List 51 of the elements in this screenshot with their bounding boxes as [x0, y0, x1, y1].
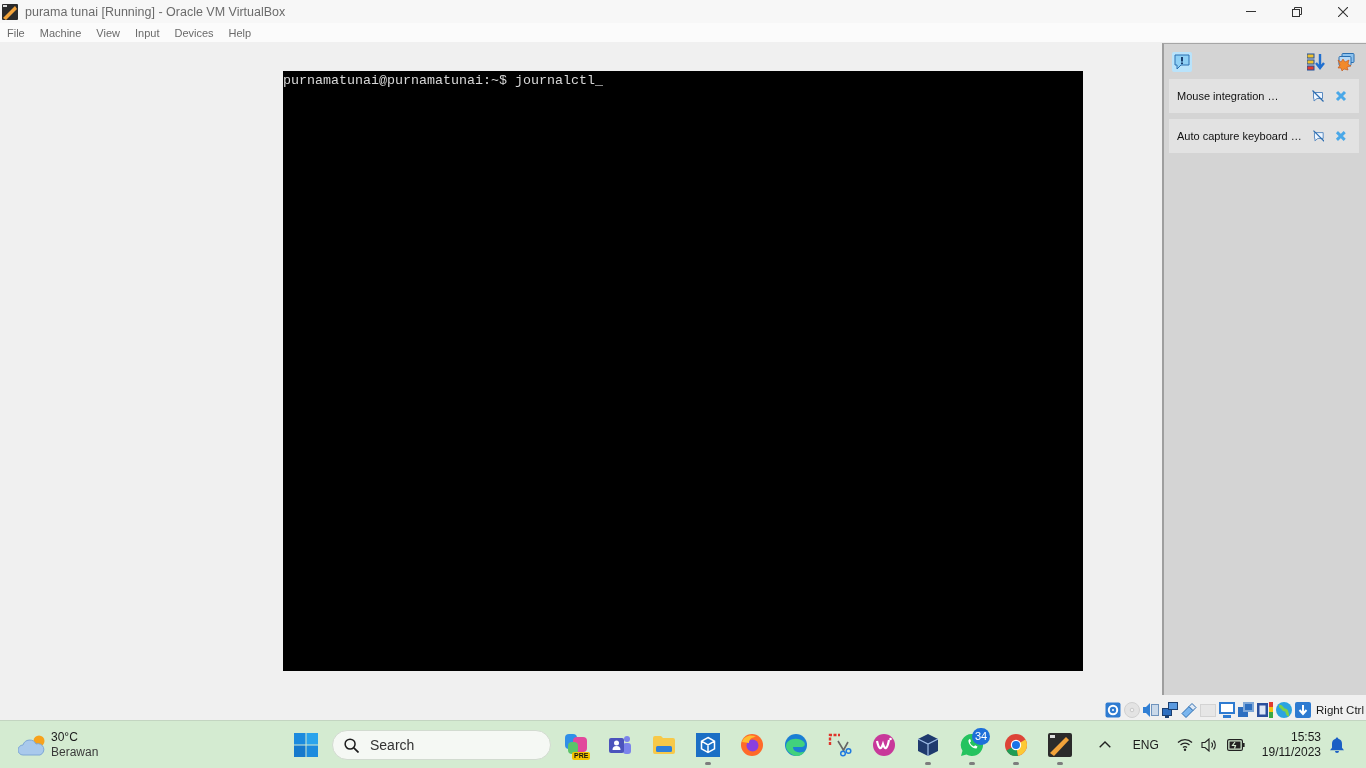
- battery-icon[interactable]: [1226, 738, 1245, 751]
- close-icon: [1338, 6, 1348, 17]
- wifi-icon[interactable]: [1176, 738, 1193, 751]
- swoosh-icon[interactable]: [872, 732, 896, 757]
- temperature-text[interactable]: 30°C: [51, 729, 99, 745]
- monitor-icon[interactable]: [1219, 702, 1236, 718]
- muted-bubble-icon[interactable]: [1312, 130, 1325, 142]
- menu-item[interactable]: View: [93, 24, 123, 41]
- menu-item[interactable]: Machine: [36, 24, 85, 41]
- blob-icon[interactable]: [564, 732, 588, 757]
- notification-item[interactable]: Mouse integration …: [1169, 79, 1359, 113]
- network-icon[interactable]: [1162, 702, 1179, 718]
- console-line: purnamatunai@purnamatunai:~$ journalctl_: [283, 73, 604, 89]
- restore-icon: [1292, 6, 1302, 17]
- bell-icon[interactable]: [1330, 736, 1344, 753]
- clock-time[interactable]: 15:53: [1290, 729, 1321, 745]
- scissors-icon[interactable]: [828, 732, 852, 757]
- swirl-globe-icon[interactable]: [740, 732, 764, 757]
- start-icon[interactable]: [294, 732, 318, 757]
- window-title: purama tunai [Running] - Oracle VM VirtualBox: [25, 4, 286, 19]
- weather-condition-text[interactable]: Berawan: [51, 744, 99, 760]
- notification-text: Mouse integration …: [1177, 90, 1280, 102]
- notification-text: Auto capture keyboard …: [1177, 130, 1302, 142]
- ring-icon[interactable]: [1004, 732, 1028, 757]
- cube-icon[interactable]: [696, 732, 720, 757]
- search-field[interactable]: Search: [332, 729, 551, 760]
- menu-item[interactable]: Help: [225, 24, 255, 41]
- list-arrow-icon[interactable]: [1307, 52, 1325, 71]
- minimize-icon: [1246, 11, 1256, 12]
- shaded-cube-icon[interactable]: [916, 732, 940, 757]
- menu-item[interactable]: Input: [131, 24, 163, 41]
- clock-date[interactable]: 19/11/2023: [1261, 744, 1321, 760]
- wave-icon[interactable]: [784, 732, 808, 757]
- stacked-bubbles-icon[interactable]: [1337, 52, 1355, 71]
- menu-item[interactable]: Devices: [171, 24, 217, 41]
- muted-bubble-icon[interactable]: [1312, 90, 1324, 102]
- disk-icon[interactable]: [1105, 702, 1122, 718]
- count-badge: 34: [972, 727, 990, 745]
- menu-item[interactable]: File: [4, 24, 28, 41]
- notification-item[interactable]: Auto capture keyboard …: [1169, 119, 1359, 153]
- alert-bubble-icon[interactable]: [1172, 51, 1192, 72]
- language-indicator[interactable]: ENG: [1132, 737, 1159, 752]
- search-icon: [344, 737, 359, 753]
- host-key-label: Right Ctrl: [1316, 704, 1364, 716]
- slash-tile-icon[interactable]: [1048, 732, 1072, 757]
- vm-display[interactable]: purnamatunai@purnamatunai:~$ journalctl_: [283, 71, 1083, 671]
- speaker-icon[interactable]: [1200, 737, 1217, 752]
- overlapping-windows-icon[interactable]: [1238, 702, 1255, 718]
- chevron-up-icon[interactable]: [1098, 741, 1111, 748]
- window-meter-icon[interactable]: [1257, 702, 1274, 718]
- slash-tile-icon: [2, 3, 18, 20]
